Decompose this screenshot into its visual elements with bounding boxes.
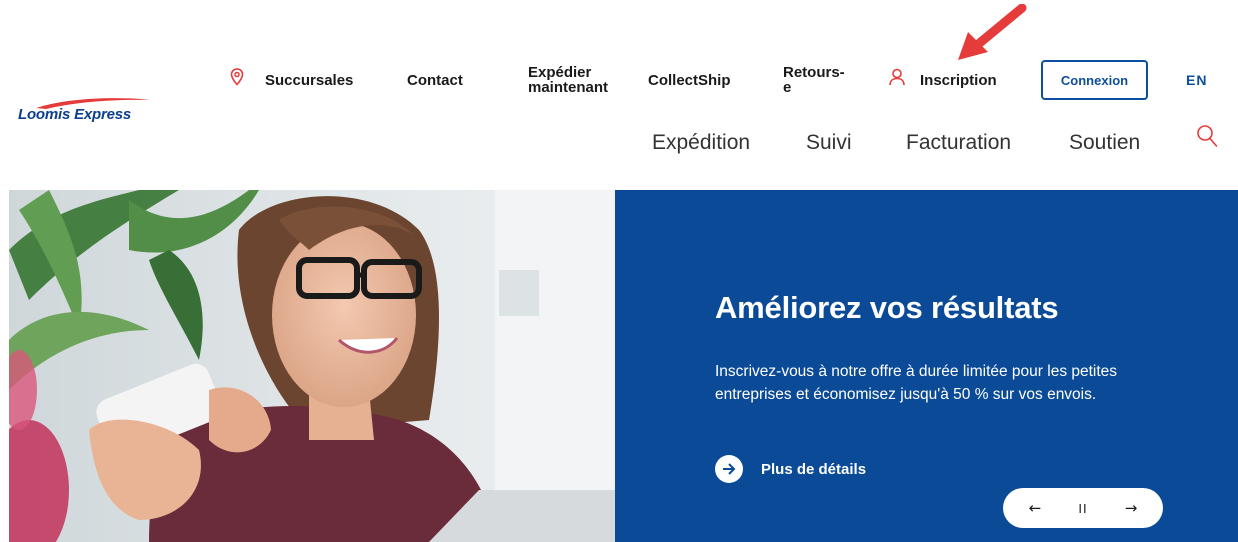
nav-expedier-line2: maintenant bbox=[528, 79, 609, 96]
connexion-button[interactable]: Connexion bbox=[1041, 60, 1148, 100]
mainnav-suivi[interactable]: Suivi bbox=[806, 126, 852, 160]
hero-body-text: Inscrivez-vous à notre offre à durée lim… bbox=[715, 363, 1118, 403]
nav-succursales-link[interactable]: Succursales bbox=[265, 60, 353, 100]
nav-expedier-maintenant-link[interactable]: Expédier maintenant bbox=[528, 60, 608, 100]
arrow-right-icon bbox=[723, 463, 736, 475]
logo-text: Loomis Express bbox=[18, 106, 132, 123]
hero-photo-woman-with-phone bbox=[9, 190, 615, 542]
nav-collectship-link[interactable]: CollectShip bbox=[648, 60, 731, 100]
nav-expedier-line1: Expédier bbox=[528, 64, 592, 81]
nav-retours-line2: e bbox=[783, 79, 792, 96]
mainnav-soutien[interactable]: Soutien bbox=[1069, 126, 1140, 160]
carousel-pause-button[interactable]: II bbox=[1063, 488, 1103, 528]
search-icon[interactable] bbox=[1196, 124, 1218, 148]
mainnav-expedition[interactable]: Expédition bbox=[652, 126, 750, 160]
plus-de-details-link[interactable]: Plus de détails bbox=[715, 454, 866, 484]
carousel-prev-button[interactable]: ← bbox=[1015, 488, 1055, 528]
loomis-express-logo[interactable]: Loomis Express bbox=[16, 96, 152, 126]
red-annotation-arrow-icon bbox=[958, 4, 1027, 60]
language-toggle-en[interactable]: EN bbox=[1186, 60, 1207, 100]
hero-promo-panel: Améliorez vos résultats Inscrivez-vous à… bbox=[615, 190, 1238, 542]
nav-retours-line1: Retours- bbox=[783, 64, 845, 81]
nav-retours-link[interactable]: Retours- e bbox=[783, 60, 845, 100]
nav-contact-link[interactable]: Contact bbox=[407, 60, 463, 100]
arrow-right-circle-icon bbox=[715, 455, 743, 483]
plus-de-details-label: Plus de détails bbox=[761, 460, 867, 478]
carousel-controls: ← II → bbox=[1003, 488, 1163, 528]
hero-banner: Améliorez vos résultats Inscrivez-vous à… bbox=[9, 190, 1238, 542]
location-pin-icon bbox=[230, 68, 244, 86]
mainnav-facturation[interactable]: Facturation bbox=[906, 126, 1011, 160]
hero-title: Améliorez vos résultats bbox=[715, 290, 1059, 325]
user-icon bbox=[889, 68, 905, 86]
carousel-next-button[interactable]: → bbox=[1111, 488, 1151, 528]
nav-inscription-link[interactable]: Inscription bbox=[920, 60, 997, 100]
